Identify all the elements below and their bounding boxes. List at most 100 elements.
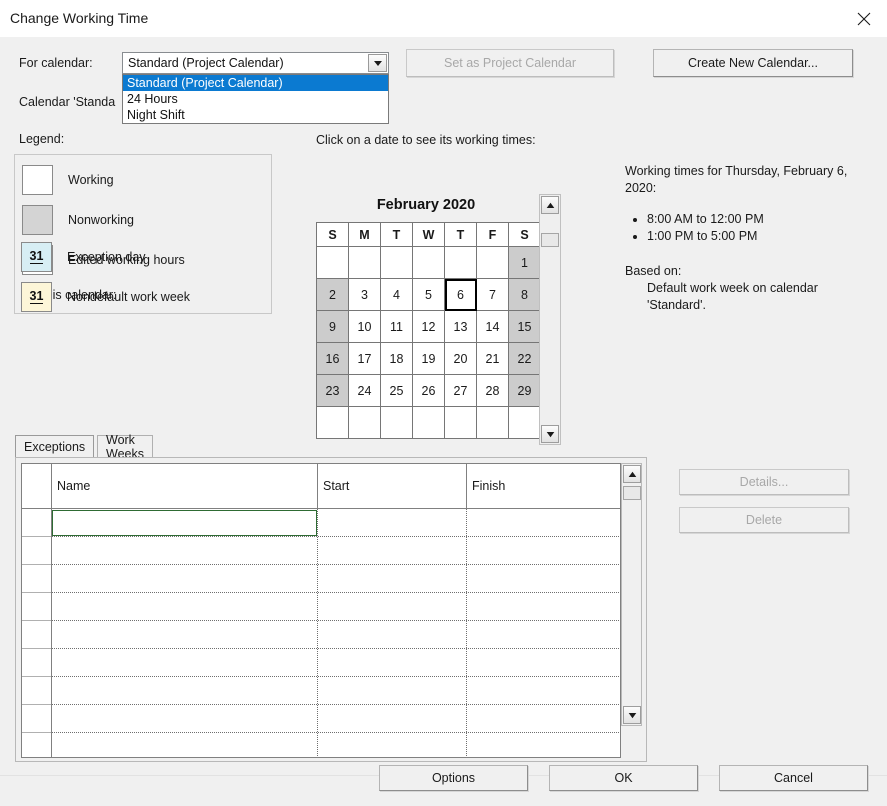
calendar-month-title: February 2020 <box>316 197 536 213</box>
close-button[interactable] <box>841 0 887 37</box>
table-row[interactable] <box>22 564 620 565</box>
calendar-day-12[interactable]: 12 <box>413 311 445 343</box>
exceptions-table[interactable]: Name Start Finish <box>21 463 621 758</box>
table-row[interactable] <box>22 732 620 733</box>
delete-button[interactable]: Delete <box>679 507 849 533</box>
legend-label-nondefault-week: Nondefault work week <box>67 290 190 304</box>
calendar-scroll-down-button[interactable] <box>541 425 559 443</box>
calendar-day-empty <box>317 247 349 279</box>
legend-label-working: Working <box>68 173 114 187</box>
calendar-day-11[interactable]: 11 <box>381 311 413 343</box>
table-scrollbar-thumb[interactable] <box>623 486 641 500</box>
calendar-day-2[interactable]: 2 <box>317 279 349 311</box>
calendar-day-17[interactable]: 17 <box>349 343 381 375</box>
close-icon <box>856 11 872 27</box>
legend-swatch-working <box>22 165 53 195</box>
tab-exceptions[interactable]: Exceptions <box>15 435 94 457</box>
calendar-day-18[interactable]: 18 <box>381 343 413 375</box>
calendar-day-16[interactable]: 16 <box>317 343 349 375</box>
legend-swatch-exception-day: 31 <box>21 242 52 272</box>
table-row[interactable] <box>22 620 620 621</box>
calendar-option-24-hours[interactable]: 24 Hours <box>123 91 388 107</box>
calendar-day-25[interactable]: 25 <box>381 375 413 407</box>
calendar-day-4[interactable]: 4 <box>381 279 413 311</box>
cancel-button[interactable]: Cancel <box>719 765 868 791</box>
window-titlebar: Change Working Time <box>0 0 887 37</box>
calendar-select-value: Standard (Project Calendar) <box>128 56 284 70</box>
calendar-day-15[interactable]: 15 <box>509 311 541 343</box>
weekday-header-thu: T <box>445 223 477 247</box>
calendar-day-13[interactable]: 13 <box>445 311 477 343</box>
ok-button[interactable]: OK <box>549 765 698 791</box>
calendar-week-row: 23242526272829 <box>317 375 541 407</box>
calendar-day-22[interactable]: 22 <box>509 343 541 375</box>
calendar-day-8[interactable]: 8 <box>509 279 541 311</box>
based-on-value: Default work week on calendar 'Standard'… <box>625 280 875 314</box>
exceptions-name-input[interactable] <box>52 510 317 536</box>
table-row[interactable] <box>22 676 620 677</box>
options-button[interactable]: Options <box>379 765 528 791</box>
legend-label-exception-day: Exception day <box>67 250 146 264</box>
legend-swatch-nondefault-week: 31 <box>21 282 52 312</box>
calendar-day-7[interactable]: 7 <box>477 279 509 311</box>
create-new-calendar-button[interactable]: Create New Calendar... <box>653 49 853 77</box>
calendar-day-empty <box>477 247 509 279</box>
calendar-option-standard[interactable]: Standard (Project Calendar) <box>123 75 388 91</box>
exceptions-table-header: Name Start Finish <box>22 464 620 509</box>
legend-label-nonworking: Nonworking <box>68 213 134 227</box>
calendar-day-1[interactable]: 1 <box>509 247 541 279</box>
exceptions-table-panel: Name Start Finish <box>15 457 647 762</box>
legend-label: Legend: <box>19 132 64 146</box>
tab-work-weeks[interactable]: Work Weeks <box>97 435 153 457</box>
calendar-select[interactable]: Standard (Project Calendar) <box>122 52 389 74</box>
calendar-day-27[interactable]: 27 <box>445 375 477 407</box>
calendar-select-dropdown[interactable]: Standard (Project Calendar) 24 Hours Nig… <box>122 74 389 124</box>
calendar-day-empty <box>381 247 413 279</box>
calendar-grid[interactable]: S M T W T F S 12345678910111213141516171… <box>316 222 541 439</box>
table-row[interactable] <box>22 592 620 593</box>
calendar-scroll-up-button[interactable] <box>541 196 559 214</box>
column-header-start[interactable]: Start <box>318 464 466 508</box>
calendar-day-14[interactable]: 14 <box>477 311 509 343</box>
calendar-week-row <box>317 407 541 439</box>
calendar-day-23[interactable]: 23 <box>317 375 349 407</box>
calendar-day-9[interactable]: 9 <box>317 311 349 343</box>
column-header-name[interactable]: Name <box>52 464 317 508</box>
calendar-day-21[interactable]: 21 <box>477 343 509 375</box>
calendar-day-10[interactable]: 10 <box>349 311 381 343</box>
calendar-day-empty <box>445 407 477 439</box>
weekday-header-sat: S <box>509 223 541 247</box>
click-date-hint: Click on a date to see its working times… <box>316 133 536 147</box>
working-times-entry: 1:00 PM to 5:00 PM <box>647 228 875 245</box>
calendar-week-row: 1 <box>317 247 541 279</box>
calendar-day-26[interactable]: 26 <box>413 375 445 407</box>
exceptions-table-scrollbar[interactable] <box>621 463 642 726</box>
calendar-day-29[interactable]: 29 <box>509 375 541 407</box>
calendar-day-20[interactable]: 20 <box>445 343 477 375</box>
calendar-day-5[interactable]: 5 <box>413 279 445 311</box>
table-row[interactable] <box>22 536 620 537</box>
table-row[interactable] <box>22 704 620 705</box>
calendar-week-row: 2345678 <box>317 279 541 311</box>
based-on-block: Based on: Default work week on calendar … <box>625 263 875 314</box>
calendar-day-19[interactable]: 19 <box>413 343 445 375</box>
calendar-scrollbar[interactable] <box>539 194 561 445</box>
window-title: Change Working Time <box>10 10 148 26</box>
table-scroll-down-button[interactable] <box>623 706 641 724</box>
weekday-header-sun: S <box>317 223 349 247</box>
details-button[interactable]: Details... <box>679 469 849 495</box>
calendar-day-28[interactable]: 28 <box>477 375 509 407</box>
set-as-project-calendar-button[interactable]: Set as Project Calendar <box>406 49 614 77</box>
calendar-day-3[interactable]: 3 <box>349 279 381 311</box>
calendar-day-6[interactable]: 6 <box>445 279 477 311</box>
table-row[interactable] <box>22 648 620 649</box>
chevron-up-icon <box>546 198 555 212</box>
calendar-option-night-shift[interactable]: Night Shift <box>123 107 388 123</box>
column-header-finish[interactable]: Finish <box>467 464 620 508</box>
calendar-day-24[interactable]: 24 <box>349 375 381 407</box>
chevron-down-icon[interactable] <box>368 54 387 72</box>
calendar-header-row: S M T W T F S <box>317 223 541 247</box>
calendar-scrollbar-thumb[interactable] <box>541 233 559 247</box>
based-on-label: Based on: <box>625 264 681 278</box>
table-scroll-up-button[interactable] <box>623 465 641 483</box>
